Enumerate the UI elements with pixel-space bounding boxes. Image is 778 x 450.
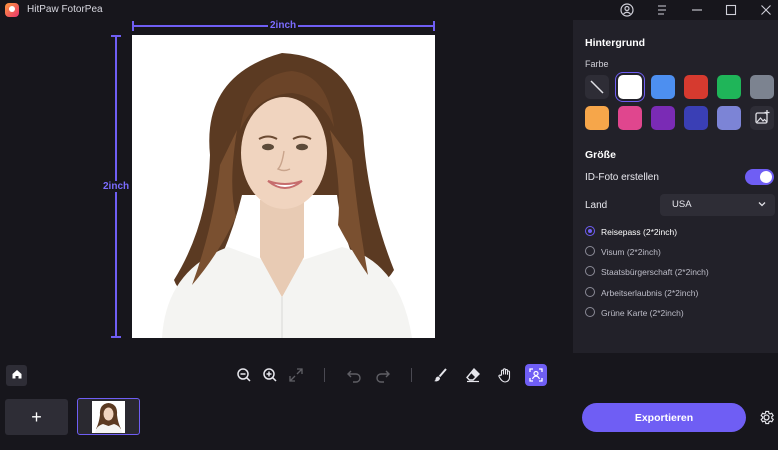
account-icon[interactable] <box>619 2 635 18</box>
country-value: USA <box>672 199 692 210</box>
id-photo-toggle[interactable] <box>745 169 774 185</box>
radio-reisepass[interactable] <box>585 226 595 236</box>
brush-icon[interactable] <box>430 365 450 385</box>
radio-visum[interactable] <box>585 246 595 256</box>
size-section-title: Größe <box>585 149 616 161</box>
swatch-none[interactable] <box>585 75 609 99</box>
toolbar-divider <box>411 368 412 382</box>
height-measure-label: 2inch <box>101 181 132 192</box>
country-select[interactable]: USA <box>660 194 775 216</box>
editing-canvas[interactable]: 2inch 2inch <box>0 20 573 355</box>
swatch-lavender[interactable] <box>717 106 741 130</box>
option-label-arbeitserlaubnis: Arbeitserlaubnis (2*2inch) <box>601 288 699 298</box>
chevron-down-icon <box>757 199 767 212</box>
hand-icon[interactable] <box>495 365 515 385</box>
zoom-out-icon[interactable] <box>234 365 254 385</box>
gear-icon[interactable] <box>757 408 775 426</box>
portrait-photo <box>132 35 435 338</box>
eraser-icon[interactable] <box>463 365 483 385</box>
width-measure-label: 2inch <box>268 20 299 31</box>
app-logo-icon <box>5 3 19 17</box>
maximize-icon[interactable] <box>723 2 739 18</box>
swatch-pink[interactable] <box>618 106 642 130</box>
swatch-green[interactable] <box>717 75 741 99</box>
close-icon[interactable] <box>758 2 774 18</box>
color-label: Farbe <box>585 59 609 69</box>
settings-panel: Hintergrund Farbe Größe ID-Foto erstelle… <box>573 20 778 353</box>
swatch-gray[interactable] <box>750 75 774 99</box>
radio-arbeitserlaubnis[interactable] <box>585 287 595 297</box>
option-label-reisepass: Reisepass (2*2inch) <box>601 227 678 237</box>
bottom-toolbar <box>0 355 778 395</box>
export-button[interactable]: Exportieren <box>582 403 746 432</box>
option-label-staatsbuergerschaft: Staatsbürgerschaft (2*2inch) <box>601 267 709 277</box>
swatch-navy[interactable] <box>684 106 708 130</box>
add-image-button[interactable]: + <box>5 399 68 435</box>
fit-screen-icon[interactable] <box>286 365 306 385</box>
country-label: Land <box>585 200 608 211</box>
image-thumbnail[interactable] <box>77 398 140 435</box>
toolbar-divider <box>324 368 325 382</box>
thumbnail-portrait <box>92 401 125 433</box>
bottom-bar: + Exportieren <box>0 395 778 450</box>
redo-icon[interactable] <box>373 365 393 385</box>
undo-icon[interactable] <box>344 365 364 385</box>
radio-gruene-karte[interactable] <box>585 307 595 317</box>
home-icon <box>11 368 23 383</box>
option-label-visum: Visum (2*2inch) <box>601 247 661 257</box>
swatch-blue[interactable] <box>651 75 675 99</box>
custom-background-image-icon[interactable] <box>750 106 774 130</box>
title-bar: HitPaw FotorPea <box>0 0 778 20</box>
add-icon: + <box>31 406 42 427</box>
menu-icon[interactable] <box>654 2 670 18</box>
minimize-icon[interactable] <box>689 2 705 18</box>
id-photo-label: ID-Foto erstellen <box>585 172 659 183</box>
app-title: HitPaw FotorPea <box>27 4 103 15</box>
background-section-title: Hintergrund <box>585 37 646 49</box>
option-label-gruene-karte: Grüne Karte (2*2inch) <box>601 308 684 318</box>
swatch-white[interactable] <box>618 75 642 99</box>
swatch-orange[interactable] <box>585 106 609 130</box>
swatch-red[interactable] <box>684 75 708 99</box>
zoom-in-icon[interactable] <box>260 365 280 385</box>
portrait-select-icon[interactable] <box>525 364 547 386</box>
home-button[interactable] <box>6 365 27 386</box>
radio-staatsbuergerschaft[interactable] <box>585 266 595 276</box>
swatch-purple[interactable] <box>651 106 675 130</box>
